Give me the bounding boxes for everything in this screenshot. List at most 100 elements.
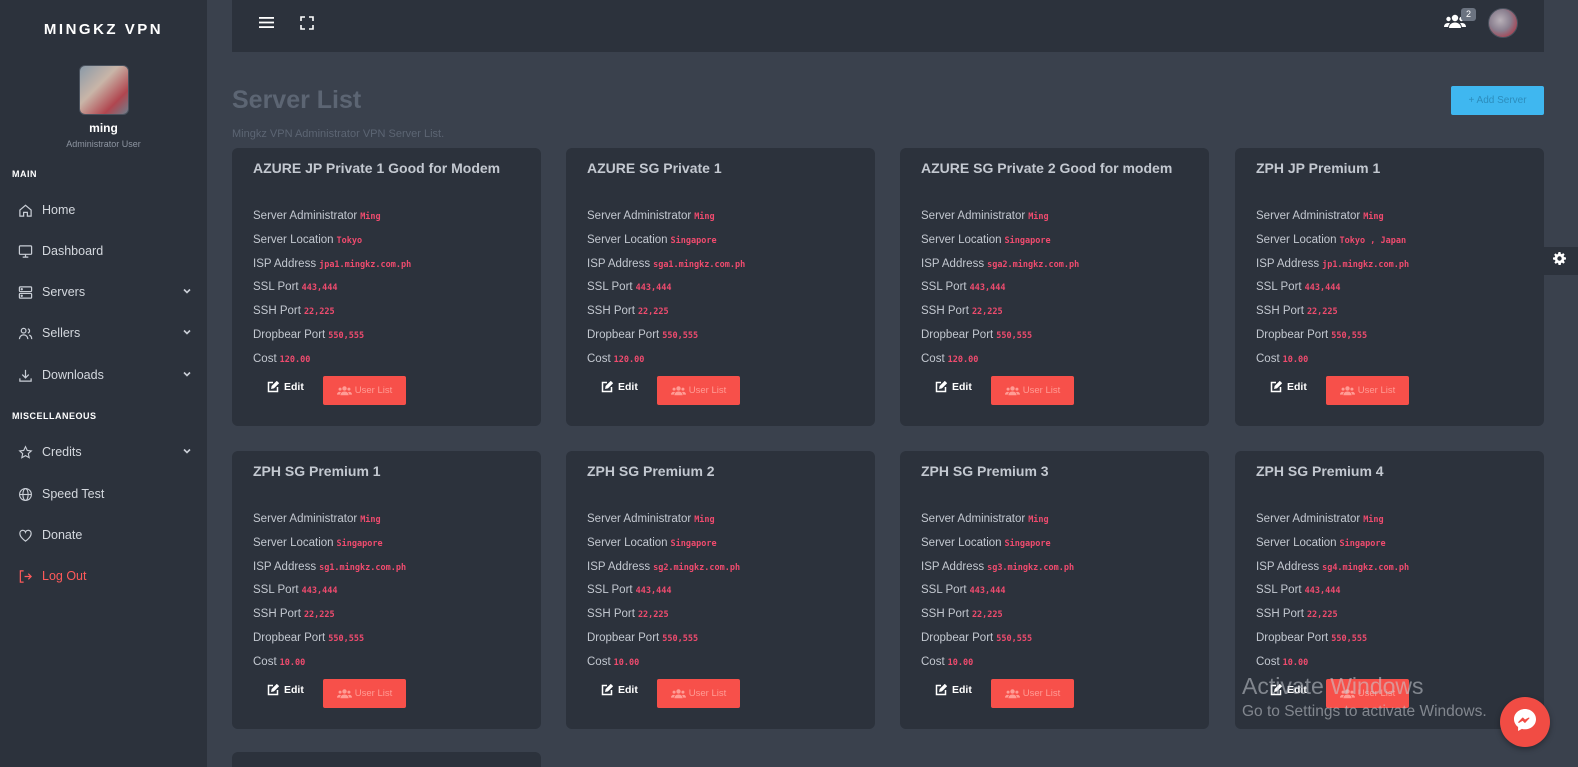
- edit-button[interactable]: Edit: [935, 381, 972, 393]
- server-field-dropbear: Dropbear Port 550,555: [1256, 329, 1409, 353]
- server-field-admin: Server Administrator Ming: [1256, 210, 1409, 234]
- sidebar-item-sellers[interactable]: Sellers: [0, 318, 207, 348]
- sidebar-item-label: Downloads: [42, 368, 104, 382]
- user-list-button[interactable]: User List: [323, 679, 406, 708]
- server-field-dropbear: Dropbear Port 550,555: [253, 632, 406, 656]
- field-label: ISP Address: [1256, 560, 1320, 573]
- user-list-label: User List: [688, 688, 727, 699]
- server-name: ZPH SG Premium 2: [587, 463, 715, 479]
- edit-button[interactable]: Edit: [601, 684, 638, 696]
- messenger-chat-button[interactable]: [1500, 697, 1550, 747]
- user-list-button[interactable]: User List: [991, 376, 1074, 405]
- field-value: Ming: [694, 212, 715, 222]
- user-list-button[interactable]: User List: [991, 679, 1074, 708]
- gear-icon: [1552, 252, 1566, 270]
- settings-button[interactable]: [1540, 247, 1578, 275]
- field-value: 22,225: [303, 307, 335, 318]
- edit-label: Edit: [952, 684, 972, 696]
- server-field-ssl: SSL Port 443,444: [587, 584, 740, 608]
- users-group-icon: [670, 385, 686, 396]
- field-value: Ming: [1363, 212, 1384, 222]
- field-label: Server Location: [921, 536, 1002, 549]
- sidebar-item-credits[interactable]: Credits: [0, 437, 207, 467]
- server-field-admin: Server Administrator Ming: [921, 210, 1079, 234]
- field-label: Server Location: [921, 233, 1002, 246]
- field-value: 10.00: [1282, 657, 1309, 668]
- field-value: 22,225: [1306, 610, 1338, 621]
- server-field-isp: ISP Address sg4.mingkz.com.ph: [1256, 561, 1409, 585]
- sidebar-item-donate[interactable]: Donate: [0, 520, 207, 550]
- sidebar-item-speed-test[interactable]: Speed Test: [0, 479, 207, 509]
- add-server-button[interactable]: + Add Server: [1451, 86, 1544, 115]
- field-label: Server Location: [1256, 536, 1337, 549]
- profile-avatar[interactable]: [78, 65, 129, 115]
- brand-logo[interactable]: MINGKZ VPN: [0, 0, 207, 58]
- server-field-admin: Server Administrator Ming: [1256, 513, 1409, 537]
- user-avatar[interactable]: [1488, 8, 1518, 38]
- field-label: SSH Port: [1256, 305, 1304, 318]
- server-field-location: Server Location Singapore: [1256, 537, 1409, 561]
- sidebar-item-home[interactable]: Home: [0, 195, 207, 225]
- field-value: 120.00: [279, 354, 311, 365]
- edit-button[interactable]: Edit: [1270, 381, 1307, 393]
- server-name: ZPH SG Premium 4: [1256, 463, 1384, 479]
- download-icon: [17, 367, 33, 383]
- server-field-cost: Cost 120.00: [921, 353, 1079, 377]
- user-list-button[interactable]: User List: [1326, 376, 1409, 405]
- field-value: sga1.mingkz.com.ph: [653, 259, 746, 270]
- sidebar-item-servers[interactable]: Servers: [0, 277, 207, 307]
- users-group-icon: [1004, 688, 1020, 699]
- hamburger-icon: [258, 16, 274, 34]
- edit-button[interactable]: Edit: [267, 684, 304, 696]
- server-field-ssl: SSL Port 443,444: [921, 584, 1074, 608]
- sidebar-item-logout[interactable]: Log Out: [0, 561, 207, 591]
- field-label: Server Location: [1256, 233, 1337, 246]
- field-value: Ming: [1028, 212, 1049, 222]
- field-label: Server Administrator: [253, 210, 358, 222]
- edit-button[interactable]: Edit: [935, 684, 972, 696]
- user-list-button[interactable]: User List: [657, 679, 740, 708]
- user-list-label: User List: [354, 688, 393, 699]
- field-label: SSH Port: [587, 608, 635, 621]
- field-label: ISP Address: [587, 257, 651, 270]
- heart-icon: [17, 527, 33, 543]
- field-label: Dropbear Port: [921, 631, 994, 644]
- server-field-cost: Cost 10.00: [1256, 353, 1409, 377]
- sidebar-item-dashboard[interactable]: Dashboard: [0, 236, 207, 266]
- user-list-label: User List: [1357, 385, 1396, 396]
- server-field-admin: Server Administrator Ming: [253, 513, 406, 537]
- field-label: Cost: [253, 352, 277, 365]
- field-label: Dropbear Port: [1256, 328, 1329, 341]
- field-value: sg3.mingkz.com.ph: [987, 562, 1075, 573]
- field-label: SSH Port: [587, 305, 635, 318]
- edit-button[interactable]: Edit: [601, 381, 638, 393]
- sidebar-item-label: Home: [42, 203, 76, 217]
- field-label: SSH Port: [921, 608, 969, 621]
- field-value: 443,444: [969, 283, 1006, 294]
- edit-label: Edit: [284, 684, 304, 696]
- server-field-ssh: SSH Port 22,225: [1256, 608, 1409, 632]
- field-label: ISP Address: [587, 560, 651, 573]
- field-value: 550,555: [1331, 633, 1368, 644]
- field-value: Tokyo , Japan: [1339, 235, 1407, 246]
- user-list-button[interactable]: User List: [657, 376, 740, 405]
- sidebar-item-label: Dashboard: [42, 244, 104, 258]
- field-value: Ming: [1028, 515, 1049, 525]
- field-label: SSL Port: [1256, 584, 1302, 597]
- server-field-location: Server Location Singapore: [587, 537, 740, 561]
- field-value: sga2.mingkz.com.ph: [987, 259, 1080, 270]
- sidebar-item-downloads[interactable]: Downloads: [0, 360, 207, 390]
- users-group-icon: [336, 385, 352, 396]
- server-field-ssl: SSL Port 443,444: [253, 584, 406, 608]
- field-value: 22,225: [637, 307, 669, 318]
- edit-button[interactable]: Edit: [267, 381, 304, 393]
- server-field-cost: Cost 10.00: [921, 656, 1074, 680]
- chevron-down-icon: [182, 368, 192, 382]
- field-label: ISP Address: [253, 257, 317, 270]
- field-label: Cost: [921, 655, 945, 668]
- fullscreen-button[interactable]: [298, 15, 316, 34]
- user-list-label: User List: [354, 385, 393, 396]
- edit-icon: [267, 684, 279, 696]
- menu-toggle-button[interactable]: [257, 16, 275, 34]
- user-list-button[interactable]: User List: [323, 376, 406, 405]
